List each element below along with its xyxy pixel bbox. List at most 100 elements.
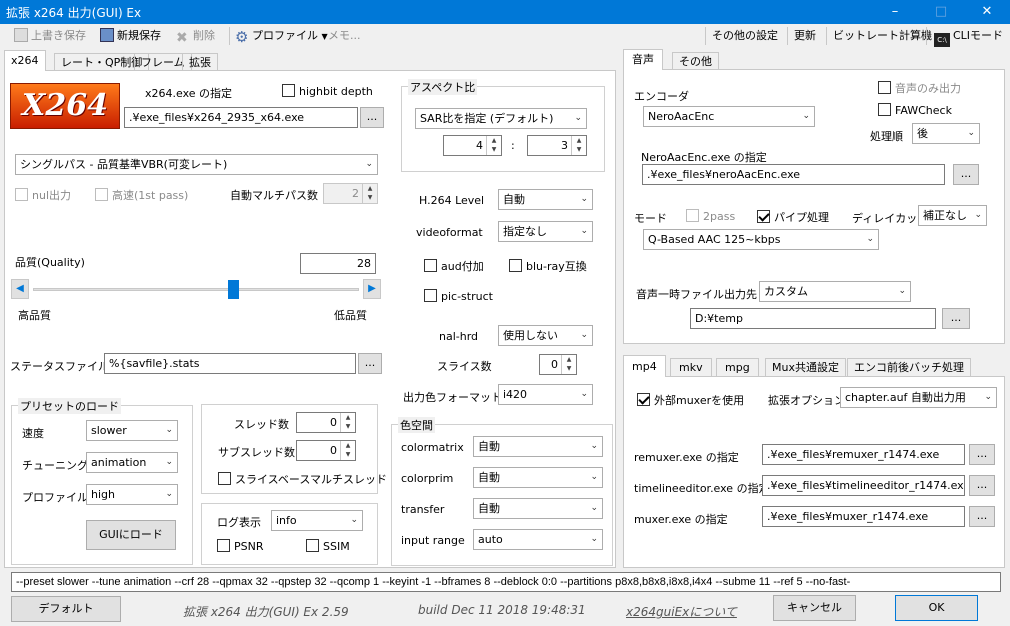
spinner-arrows-icon[interactable]: ▲ ▼ — [561, 355, 576, 374]
slices-label: スライス数 — [437, 360, 492, 373]
remuxer-browse-button[interactable]: ... — [969, 444, 995, 465]
gui-load-button[interactable]: GUIにロード — [86, 520, 176, 550]
threads-spinner[interactable]: 0 ▲ ▼ — [296, 412, 356, 433]
build-label: build Dec 11 2018 19:48:31 — [418, 603, 586, 617]
aspect-width-spinner[interactable]: 4 ▲ ▼ — [443, 135, 502, 156]
ok-button[interactable]: OK — [895, 595, 978, 621]
nul-output-checkbox[interactable]: nul出力 — [15, 187, 71, 203]
faw-check-checkbox[interactable]: FAWCheck — [878, 103, 952, 117]
x264-exe-path-input[interactable]: .¥exe_files¥x264_2935_x64.exe — [124, 107, 358, 128]
process-order-select[interactable]: 後 ⌄ — [912, 123, 980, 144]
pipe-process-checkbox[interactable]: パイプ処理 — [757, 209, 829, 225]
aspect-mode-select[interactable]: SAR比を指定 (デフォルト) ⌄ — [415, 108, 587, 129]
tab-audio-other[interactable]: その他 — [672, 52, 719, 70]
subthreads-label: サブスレッド数 — [218, 446, 295, 459]
delete-button[interactable]: ✖ 削除 — [176, 27, 215, 45]
profile-select[interactable]: high ⌄ — [86, 484, 178, 505]
audio-mode-select[interactable]: Q-Based AAC 125~kbps ⌄ — [643, 229, 879, 250]
fast-1st-pass-checkbox[interactable]: 高速(1st pass) — [95, 187, 188, 203]
spinner-arrows-icon[interactable]: ▲ ▼ — [486, 136, 501, 155]
remuxer-path-input[interactable]: .¥exe_files¥remuxer_r1474.exe — [762, 444, 965, 465]
audio-exe-browse-button[interactable]: ... — [953, 164, 979, 185]
spinner-arrows-icon[interactable]: ▲ ▼ — [340, 413, 355, 432]
maximize-button[interactable]: □ — [918, 0, 964, 24]
bitrate-calculator-button[interactable]: ビットレート計算機 — [833, 27, 932, 45]
spinner-arrows-icon[interactable]: ▲ ▼ — [571, 136, 586, 155]
bluray-checkbox[interactable]: blu-ray互換 — [509, 258, 587, 274]
overwrite-save-button[interactable]: 上書き保存 — [14, 27, 86, 45]
speed-select[interactable]: slower ⌄ — [86, 420, 178, 441]
tab-audio[interactable]: 音声 — [623, 49, 663, 70]
quality-slider-thumb[interactable] — [228, 280, 239, 299]
new-save-button[interactable]: 新規保存 — [100, 27, 161, 45]
tab-batch-process[interactable]: エンコ前後バッチ処理 — [847, 358, 971, 377]
audio-temp-browse-button[interactable]: ... — [942, 308, 970, 329]
ssim-checkbox[interactable]: SSIM — [306, 539, 350, 553]
tab-mux-common[interactable]: Mux共通設定 — [765, 358, 846, 377]
other-settings-button[interactable]: その他の設定 — [712, 27, 778, 45]
encode-mode-select[interactable]: シングルパス - 品質基準VBR(可変レート) ⌄ — [15, 154, 378, 175]
transfer-select[interactable]: 自動 ⌄ — [473, 498, 603, 519]
cancel-button[interactable]: キャンセル — [773, 595, 856, 621]
tab-mpg[interactable]: mpg — [716, 358, 759, 377]
use-external-muxer-checkbox[interactable]: 外部muxerを使用 — [637, 392, 744, 408]
psnr-checkbox[interactable]: PSNR — [217, 539, 264, 553]
quality-input[interactable]: 28 — [300, 253, 376, 274]
audio-temp-path-input[interactable]: D:¥temp — [690, 308, 936, 329]
audio-exe-path-input[interactable]: .¥exe_files¥neroAacEnc.exe — [642, 164, 945, 185]
colormatrix-select[interactable]: 自動 ⌄ — [473, 436, 603, 457]
speed-label: 速度 — [22, 427, 44, 440]
update-button[interactable]: 更新 — [794, 27, 816, 45]
delay-cut-label: ディレイカット — [852, 212, 929, 225]
about-link[interactable]: x264guiExについて — [626, 603, 737, 620]
timelineeditor-path-input[interactable]: .¥exe_files¥timelineeditor_r1474.exe — [762, 475, 965, 496]
quality-decrease-button[interactable]: ◀ — [11, 279, 29, 299]
default-button[interactable]: デフォルト — [11, 596, 121, 622]
subthreads-spinner[interactable]: 0 ▲ ▼ — [296, 440, 356, 461]
slices-spinner[interactable]: 0 ▲ ▼ — [539, 354, 577, 375]
quality-increase-button[interactable]: ▶ — [363, 279, 381, 299]
quality-slider-track[interactable] — [33, 288, 359, 291]
aspect-height-spinner[interactable]: 3 ▲ ▼ — [527, 135, 587, 156]
highbit-depth-checkbox[interactable]: highbit depth — [282, 84, 373, 98]
chevron-down-icon: ⌄ — [165, 489, 173, 499]
timelineeditor-browse-button[interactable]: ... — [969, 475, 995, 496]
audio-encoder-select[interactable]: NeroAacEnc ⌄ — [643, 106, 815, 127]
aud-checkbox[interactable]: aud付加 — [424, 258, 484, 274]
pic-struct-checkbox[interactable]: pic-struct — [424, 289, 493, 303]
tab-x264[interactable]: x264 — [4, 50, 46, 71]
h264-level-select[interactable]: 自動 ⌄ — [498, 189, 593, 210]
auto-multipass-spinner[interactable]: 2 ▲ ▼ — [323, 183, 378, 204]
videoformat-select[interactable]: 指定なし ⌄ — [498, 221, 593, 242]
colorprim-select[interactable]: 自動 ⌄ — [473, 467, 603, 488]
chevron-down-icon: ⌄ — [580, 330, 588, 340]
input-range-select[interactable]: auto ⌄ — [473, 529, 603, 550]
muxer-browse-button[interactable]: ... — [969, 506, 995, 527]
tab-mp4[interactable]: mp4 — [623, 355, 666, 377]
profile-dropdown-button[interactable]: ⚙ プロファイル ▼ — [235, 27, 328, 45]
ext-option-select[interactable]: chapter.auf 自動出力用 ⌄ — [840, 387, 997, 408]
minimize-button[interactable]: – — [872, 0, 918, 24]
x264-browse-button[interactable]: ... — [360, 107, 384, 128]
output-csp-select[interactable]: i420 ⌄ — [498, 384, 593, 405]
audio-temp-select[interactable]: カスタム ⌄ — [759, 281, 911, 302]
memo-button[interactable]: メモ... — [328, 27, 361, 45]
audio-only-checkbox[interactable]: 音声のみ出力 — [878, 80, 961, 96]
tune-select[interactable]: animation ⌄ — [86, 452, 178, 473]
two-pass-checkbox[interactable]: 2pass — [686, 209, 735, 223]
slice-multithread-checkbox[interactable]: スライスベースマルチスレッド — [218, 471, 387, 487]
spinner-arrows-icon[interactable]: ▲ ▼ — [362, 184, 377, 203]
spinner-arrows-icon[interactable]: ▲ ▼ — [340, 441, 355, 460]
delete-icon: ✖ — [176, 30, 188, 46]
close-button[interactable]: ✕ — [964, 0, 1010, 24]
audio-mode-label: モード — [634, 212, 667, 225]
cli-mode-button[interactable]: C:\ CLIモード — [934, 27, 1003, 47]
nal-hrd-select[interactable]: 使用しない ⌄ — [498, 325, 593, 346]
status-file-browse-button[interactable]: ... — [358, 353, 382, 374]
tab-mkv[interactable]: mkv — [670, 358, 712, 377]
delay-cut-select[interactable]: 補正なし ⌄ — [918, 205, 987, 226]
status-file-input[interactable]: %{savfile}.stats — [104, 353, 356, 374]
log-level-select[interactable]: info ⌄ — [271, 510, 363, 531]
muxer-path-input[interactable]: .¥exe_files¥muxer_r1474.exe — [762, 506, 965, 527]
tab-extension[interactable]: 拡張 — [182, 53, 218, 71]
